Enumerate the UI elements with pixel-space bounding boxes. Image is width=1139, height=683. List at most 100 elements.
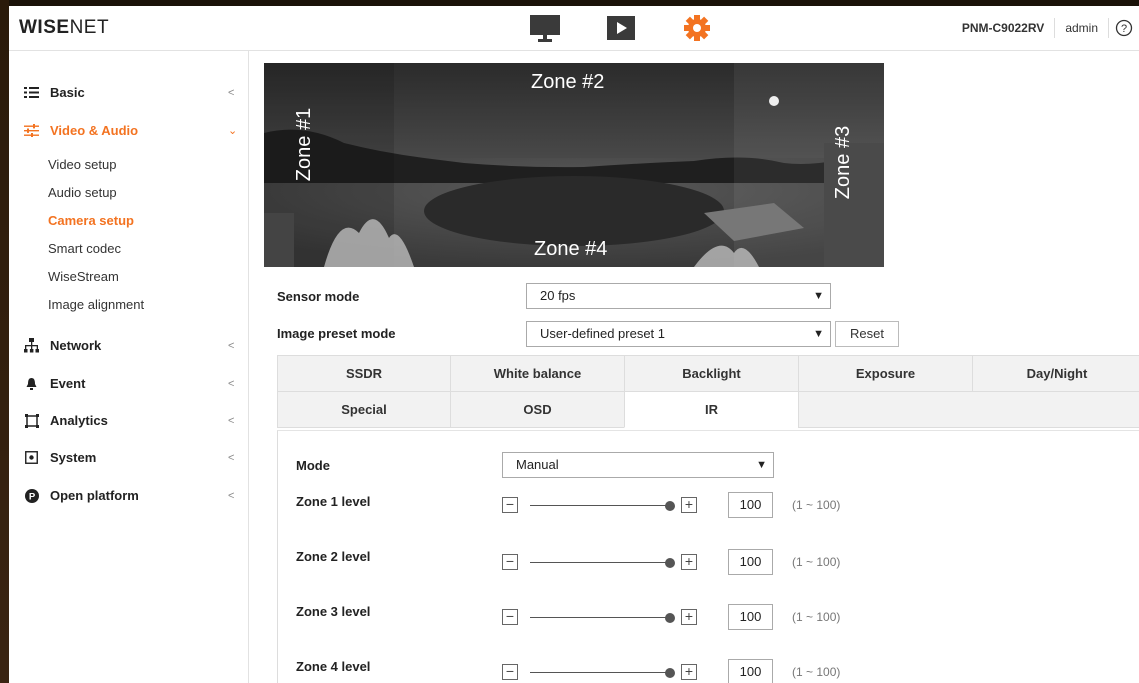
frame-icon bbox=[24, 413, 39, 428]
chevron-down-icon: ▼ bbox=[813, 290, 824, 302]
zone-level-row: Zone 4 level − + 100 (1 ~ 100) bbox=[249, 659, 1139, 683]
zone-level-row: Zone 3 level − + 100 (1 ~ 100) bbox=[249, 604, 1139, 634]
menu-video-audio[interactable]: Video & Audio bbox=[24, 123, 138, 138]
decrease-button[interactable]: − bbox=[502, 664, 518, 680]
level-range: (1 ~ 100) bbox=[792, 610, 841, 624]
tab-ssdr[interactable]: SSDR bbox=[277, 355, 451, 392]
zone-level-label: Zone 2 level bbox=[296, 549, 371, 564]
chevron-down-icon: ▼ bbox=[813, 328, 824, 340]
sidebar-item-camera-setup[interactable]: Camera setup bbox=[48, 213, 134, 228]
sidebar-item-smart-codec[interactable]: Smart codec bbox=[48, 241, 121, 256]
slider-knob[interactable] bbox=[665, 558, 675, 568]
zone-level-row: Zone 1 level − + 100 (1 ~ 100) bbox=[249, 492, 1139, 524]
list-icon bbox=[24, 85, 39, 100]
chevron-left-icon: < bbox=[228, 452, 235, 464]
sensor-mode-value: 20 fps bbox=[540, 288, 576, 303]
zone-level-label: Zone 3 level bbox=[296, 604, 371, 619]
decrease-button[interactable]: − bbox=[502, 609, 518, 625]
preset-mode-select[interactable]: User-defined preset 1 ▼ bbox=[526, 321, 831, 347]
zone-1-label: Zone #1 bbox=[293, 107, 316, 182]
sensor-mode-label: Sensor mode bbox=[277, 289, 360, 304]
chevron-left-icon: < bbox=[228, 415, 235, 427]
slider-knob[interactable] bbox=[665, 613, 675, 623]
tab-backlight[interactable]: Backlight bbox=[624, 355, 799, 392]
tab-special[interactable]: Special bbox=[277, 391, 451, 428]
sensor-mode-select[interactable]: 20 fps ▼ bbox=[526, 283, 831, 309]
zone-2-label: Zone #2 bbox=[531, 71, 605, 93]
menu-video-audio-label: Video & Audio bbox=[50, 123, 139, 138]
increase-button[interactable]: + bbox=[681, 609, 697, 625]
zone-level-row: Zone 2 level − + 100 (1 ~ 100) bbox=[249, 549, 1139, 579]
tab-osd[interactable]: OSD bbox=[450, 391, 625, 428]
chevron-left-icon: < bbox=[228, 378, 235, 390]
help-icon: ? bbox=[1115, 19, 1133, 37]
tab-white-balance[interactable]: White balance bbox=[450, 355, 625, 392]
ir-mode-select[interactable]: Manual ▼ bbox=[502, 452, 774, 478]
level-value-input[interactable]: 100 bbox=[728, 549, 773, 575]
ir-mode-value: Manual bbox=[516, 457, 559, 472]
sidebar-item-video-setup[interactable]: Video setup bbox=[48, 157, 116, 172]
system-icon bbox=[24, 450, 39, 465]
menu-basic[interactable]: Basic bbox=[24, 85, 85, 100]
menu-open-platform[interactable]: P Open platform bbox=[24, 488, 139, 503]
sidebar-item-image-alignment[interactable]: Image alignment bbox=[48, 297, 144, 312]
zone-level-label: Zone 4 level bbox=[296, 659, 371, 674]
monitor-icon bbox=[530, 15, 560, 42]
chevron-down-icon: ⌄ bbox=[228, 125, 238, 137]
level-value-input[interactable]: 100 bbox=[728, 492, 773, 518]
chevron-left-icon: < bbox=[228, 490, 235, 502]
slider-track[interactable] bbox=[530, 672, 670, 673]
menu-analytics-label: Analytics bbox=[50, 413, 108, 428]
menu-event[interactable]: Event bbox=[24, 376, 85, 391]
level-range: (1 ~ 100) bbox=[792, 498, 841, 512]
top-header: WISENET PNM-C9022RV admin ? bbox=[9, 6, 1139, 51]
setup-button[interactable] bbox=[659, 12, 735, 44]
menu-network[interactable]: Network bbox=[24, 338, 101, 353]
menu-event-label: Event bbox=[50, 376, 86, 391]
playback-button[interactable] bbox=[583, 12, 659, 44]
tab-ir[interactable]: IR bbox=[624, 391, 799, 428]
level-range: (1 ~ 100) bbox=[792, 555, 841, 569]
play-icon bbox=[607, 16, 635, 40]
logo-tail-text: NET bbox=[69, 17, 110, 38]
slider-knob[interactable] bbox=[665, 501, 675, 511]
zone-3-label: Zone #3 bbox=[832, 125, 855, 200]
menu-system[interactable]: System bbox=[24, 450, 96, 465]
decrease-button[interactable]: − bbox=[502, 554, 518, 570]
reset-button[interactable]: Reset bbox=[835, 321, 899, 347]
menu-analytics[interactable]: Analytics bbox=[24, 413, 108, 428]
header-right: PNM-C9022RV admin ? bbox=[952, 6, 1139, 50]
menu-network-label: Network bbox=[50, 338, 102, 353]
window-frame bbox=[0, 0, 9, 683]
slider-track[interactable] bbox=[530, 617, 670, 618]
model-name: PNM-C9022RV bbox=[952, 18, 1056, 38]
help-button[interactable]: ? bbox=[1109, 19, 1139, 37]
preset-mode-label: Image preset mode bbox=[277, 326, 396, 341]
decrease-button[interactable]: − bbox=[502, 497, 518, 513]
user-name[interactable]: admin bbox=[1055, 18, 1109, 38]
app-window: WISENET PNM-C9022RV admin ? Basic < Vide… bbox=[9, 6, 1139, 683]
sidebar-item-wisestream[interactable]: WiseStream bbox=[48, 269, 119, 284]
ir-mode-label: Mode bbox=[296, 458, 330, 473]
menu-basic-label: Basic bbox=[50, 85, 85, 100]
live-view-button[interactable] bbox=[507, 12, 583, 44]
slider-track[interactable] bbox=[530, 562, 670, 563]
level-value-input[interactable]: 100 bbox=[728, 659, 773, 683]
level-value-input[interactable]: 100 bbox=[728, 604, 773, 630]
tab-day-night[interactable]: Day/Night bbox=[972, 355, 1139, 392]
svg-text:P: P bbox=[28, 491, 35, 502]
sliders-icon bbox=[24, 123, 39, 138]
preset-mode-value: User-defined preset 1 bbox=[540, 326, 666, 341]
increase-button[interactable]: + bbox=[681, 554, 697, 570]
zone-4-label: Zone #4 bbox=[534, 238, 608, 260]
top-nav-icons bbox=[507, 12, 735, 44]
increase-button[interactable]: + bbox=[681, 497, 697, 513]
sidebar-item-audio-setup[interactable]: Audio setup bbox=[48, 185, 117, 200]
tab-exposure[interactable]: Exposure bbox=[798, 355, 973, 392]
slider-knob[interactable] bbox=[665, 668, 675, 678]
increase-button[interactable]: + bbox=[681, 664, 697, 680]
chevron-left-icon: < bbox=[228, 87, 235, 99]
slider-track[interactable] bbox=[530, 505, 670, 506]
level-range: (1 ~ 100) bbox=[792, 665, 841, 679]
wisenet-logo[interactable]: WISENET bbox=[19, 17, 109, 39]
